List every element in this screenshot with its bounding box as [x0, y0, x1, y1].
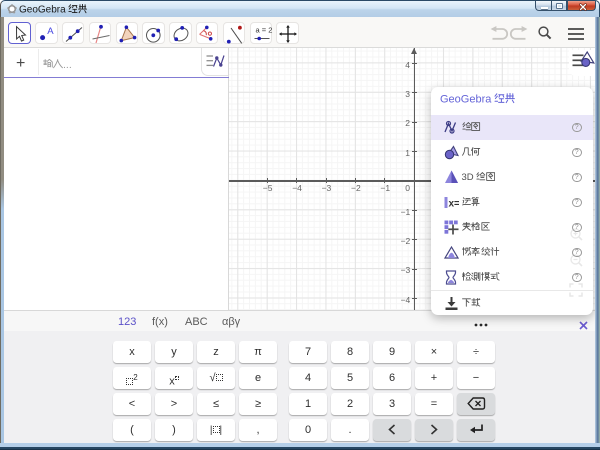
svg-text:A: A [47, 26, 54, 37]
svg-text:a = 2: a = 2 [255, 25, 272, 34]
svg-text:x=: x= [449, 199, 460, 210]
